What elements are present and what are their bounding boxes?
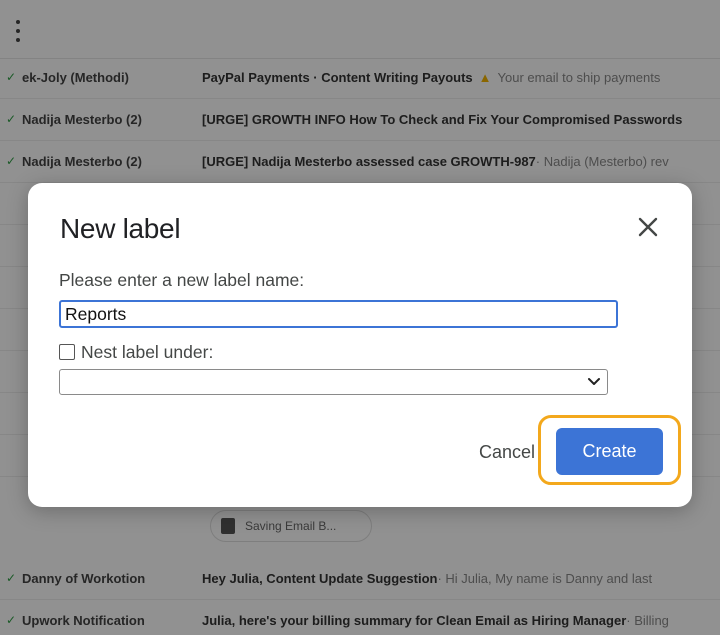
close-button[interactable] [632,211,664,243]
nest-label-row: Nest label under: [59,340,213,364]
chevron-down-icon [588,378,600,385]
nest-label-text: Nest label under: [81,341,214,362]
create-button[interactable]: Create [556,428,663,475]
nest-label-checkbox[interactable] [59,344,75,360]
label-name-input[interactable] [59,300,618,328]
new-label-dialog: New label Please enter a new label name:… [28,183,692,507]
close-icon [638,217,658,237]
label-name-prompt: Please enter a new label name: [59,270,305,290]
parent-label-select[interactable] [59,369,608,395]
dialog-title: New label [60,213,181,244]
